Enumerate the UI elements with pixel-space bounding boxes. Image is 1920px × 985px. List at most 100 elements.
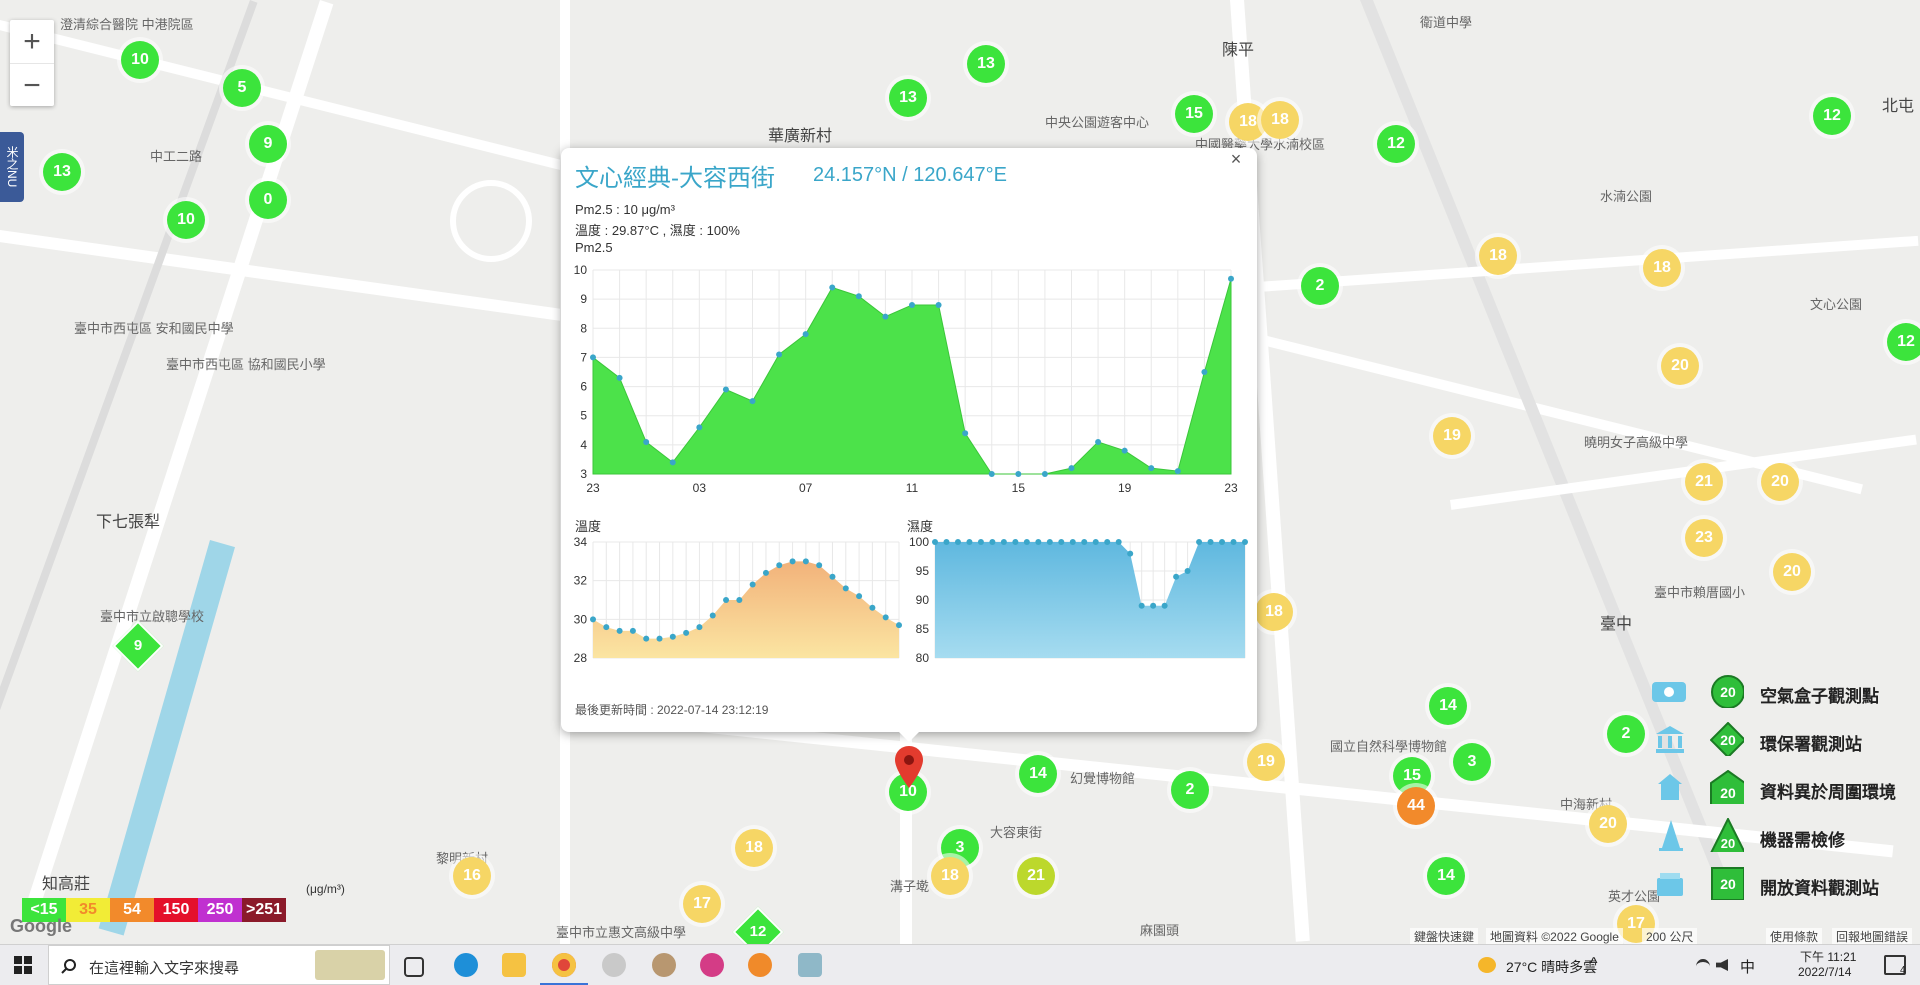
data-point [829, 284, 836, 291]
keyboard-shortcuts-link[interactable]: 鍵盤快速鍵 [1410, 928, 1479, 944]
epa-station-marker[interactable]: 12 [732, 906, 784, 944]
airbox-marker[interactable]: 14 [1427, 857, 1465, 895]
airbox-marker[interactable]: 15 [1175, 95, 1213, 133]
data-point [669, 633, 676, 640]
x-tick-label: 15 [1012, 481, 1026, 495]
airbox-marker[interactable]: 21 [1685, 463, 1723, 501]
map-place-label: 幻覺博物館 [1070, 771, 1136, 786]
windows-start-icon[interactable] [14, 956, 32, 974]
y-tick-label: 28 [574, 651, 588, 664]
legend-airbox: 20 空氣盒子觀測點 [1650, 672, 1920, 712]
airbox-marker[interactable]: 20 [1761, 463, 1799, 501]
data-point [989, 539, 996, 545]
y-tick-label: 9 [580, 292, 587, 306]
airbox-marker[interactable]: 18 [1255, 593, 1293, 631]
app-icon-bird[interactable] [652, 953, 676, 977]
svg-text:20: 20 [1721, 836, 1735, 851]
airbox-marker[interactable]: 17 [683, 885, 721, 923]
temp-chart: 28 30 32 34 [574, 535, 902, 664]
ime-indicator[interactable]: 中 [1740, 956, 1755, 977]
weather-text[interactable]: 27°C 晴時多雲 [1506, 957, 1597, 977]
airbox-marker[interactable]: 13 [967, 45, 1005, 83]
house-icon [1658, 774, 1682, 800]
pm-reading: Pm2.5 : 10 μg/m³ [575, 202, 675, 217]
airbox-marker[interactable]: 12 [1887, 323, 1920, 361]
file-explorer-icon[interactable] [502, 953, 526, 977]
location-pin-icon[interactable] [894, 746, 924, 788]
airbox-marker[interactable]: 2 [1301, 267, 1339, 305]
network-icon[interactable] [1696, 959, 1710, 974]
side-tab[interactable]: 米之NU [0, 132, 24, 202]
airbox-marker[interactable]: 2 [1171, 771, 1209, 809]
clock-app-icon[interactable] [602, 953, 626, 977]
airbox-marker[interactable]: 23 [1685, 519, 1723, 557]
airbox-marker[interactable]: 12 [1813, 97, 1851, 135]
airbox-marker[interactable]: 18 [735, 829, 773, 867]
clock-date[interactable]: 2022/7/14 [1798, 965, 1851, 979]
taskbar-search[interactable]: 在這裡輸入文字來搜尋 [48, 945, 390, 985]
chevron-up-icon[interactable]: ^ [1590, 955, 1598, 973]
map-place-label: 陳平 [1222, 42, 1255, 59]
data-point [1174, 468, 1181, 475]
popup-coordinates: 24.157°N / 120.647°E [813, 164, 1007, 186]
airbox-marker[interactable]: 20 [1661, 347, 1699, 385]
app-icon-document[interactable] [798, 953, 822, 977]
airbox-marker[interactable]: 5 [223, 69, 261, 107]
chrome-icon[interactable] [552, 953, 576, 977]
data-point [1081, 539, 1088, 545]
airbox-marker[interactable]: 2 [1607, 715, 1645, 753]
y-tick-label: 30 [574, 612, 588, 626]
airbox-marker[interactable]: 9 [249, 125, 287, 163]
clock-time[interactable]: 下午 11:21 [1800, 948, 1856, 965]
zoom-in-button[interactable]: + [10, 20, 54, 64]
data-point [909, 301, 915, 308]
airbox-marker[interactable]: 16 [453, 857, 491, 895]
edge-icon[interactable] [454, 953, 478, 977]
airbox-marker[interactable]: 12 [1377, 125, 1415, 163]
airbox-marker[interactable]: 10 [121, 41, 159, 79]
report-error-link[interactable]: 回報地圖錯誤 [1832, 928, 1913, 944]
close-button[interactable]: × [1225, 148, 1247, 170]
map-place-label: 下七張犁 [96, 514, 161, 531]
data-point [1115, 539, 1122, 545]
airbox-marker[interactable]: 0 [249, 181, 287, 219]
y-tick-label: 34 [574, 535, 588, 549]
airbox-marker[interactable]: 20 [1589, 805, 1627, 843]
data-point [829, 573, 836, 580]
airbox-marker[interactable]: 3 [1453, 743, 1491, 781]
zoom-out-button[interactable]: − [10, 64, 54, 107]
airbox-marker[interactable]: 19 [1433, 417, 1471, 455]
airbox-marker[interactable]: 13 [43, 153, 81, 191]
x-tick-label: 03 [693, 481, 707, 495]
airbox-marker[interactable]: 18 [1643, 249, 1681, 287]
map-place-label: 華廣新村 [768, 128, 833, 145]
app-icon-network[interactable] [700, 953, 724, 977]
airbox-marker[interactable]: 19 [1247, 743, 1285, 781]
airbox-marker[interactable]: 18 [1479, 237, 1517, 275]
airbox-marker[interactable]: 18 [931, 857, 969, 895]
data-point [629, 627, 636, 634]
task-view-icon[interactable] [404, 957, 424, 977]
airbox-marker[interactable]: 14 [1429, 687, 1467, 725]
data-point [1041, 471, 1048, 477]
airbox-marker[interactable]: 14 [1019, 755, 1057, 793]
zoom-control: + − [10, 20, 54, 106]
map-canvas[interactable]: 澄清綜合醫院 中港院區 華廣新村 中央公園遊客中心 中國醫藥大學水湳校區 陳平 衛道中學北… [0, 0, 1920, 944]
government-building-icon [1656, 726, 1684, 753]
speaker-icon[interactable] [1716, 959, 1728, 971]
x-tick-label: 07 [799, 481, 813, 495]
terms-link[interactable]: 使用條款 [1766, 928, 1823, 944]
data-point [869, 604, 876, 611]
airbox-marker[interactable]: 44 [1397, 787, 1435, 825]
data-point [882, 313, 889, 320]
svg-text:20: 20 [1720, 684, 1736, 700]
airbox-marker[interactable]: 21 [1017, 857, 1055, 895]
airbox-marker[interactable]: 20 [1773, 553, 1811, 591]
airbox-marker[interactable]: 13 [889, 79, 927, 117]
y-tick-label: 5 [580, 409, 587, 423]
blender-icon[interactable] [748, 953, 772, 977]
airbox-marker[interactable]: 10 [167, 201, 205, 239]
legend-open-data: 20 開放資料觀測站 [1650, 864, 1920, 904]
airbox-marker[interactable]: 18 [1261, 101, 1299, 139]
data-point [935, 301, 942, 308]
